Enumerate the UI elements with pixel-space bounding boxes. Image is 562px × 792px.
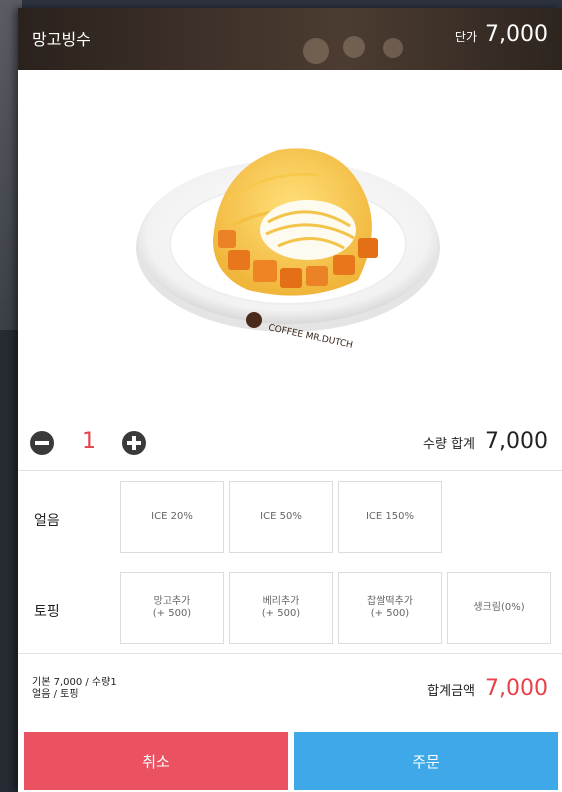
unit-price-value: 7,000	[485, 22, 548, 47]
header-bokeh	[383, 38, 403, 58]
mango-bingsu-image: COFFEE MR.DUTCH	[136, 148, 440, 350]
topping-option-mango[interactable]: 망고추가 (+ 500)	[120, 572, 224, 644]
topping-option-rice-cake[interactable]: 찹쌀떡추가 (+ 500)	[338, 572, 442, 644]
ice-option-20[interactable]: ICE 20%	[120, 481, 224, 553]
cancel-button[interactable]: 취소	[24, 732, 288, 790]
product-title: 망고빙수	[32, 30, 91, 49]
quantity-row: 1 수량 합계 7,000	[18, 413, 562, 471]
plus-icon	[132, 436, 136, 450]
topping-option-cream[interactable]: 생크림(0%)	[447, 572, 551, 644]
total-amount: 합계금액 7,000	[427, 676, 548, 701]
quantity-total: 수량 합계 7,000	[423, 429, 548, 454]
ice-options-row: 얼음 ICE 20% ICE 50% ICE 150%	[18, 472, 562, 563]
order-summary: 기본 7,000 / 수량1 얼음 / 토핑 합계금액 7,000	[18, 655, 562, 727]
minus-icon	[35, 441, 49, 445]
ice-option-150[interactable]: ICE 150%	[338, 481, 442, 553]
quantity-decrease-button[interactable]	[30, 431, 54, 455]
summary-base-line: 기본 7,000 / 수량1	[32, 677, 117, 688]
header-bokeh	[343, 36, 365, 58]
total-amount-value: 7,000	[485, 676, 548, 701]
unit-price-label: 단가	[454, 30, 478, 44]
header-bokeh	[303, 38, 329, 64]
total-amount-label: 합계금액	[427, 684, 476, 699]
summary-options-line: 얼음 / 토핑	[32, 689, 79, 700]
topping-option-berry[interactable]: 베리추가 (+ 500)	[229, 572, 333, 644]
product-image-area: COFFEE MR.DUTCH	[18, 70, 562, 400]
plate-logo	[246, 312, 262, 328]
order-button[interactable]: 주문	[294, 732, 558, 790]
quantity-total-value: 7,000	[485, 429, 548, 454]
unit-price: 단가 7,000	[455, 22, 548, 47]
summary-details: 기본 7,000 / 수량1 얼음 / 토핑	[32, 677, 117, 701]
dialog-header: 망고빙수 단가 7,000	[18, 8, 562, 70]
quantity-value: 1	[82, 429, 96, 454]
order-dialog: 망고빙수 단가 7,000 COFFEE MR.DUTCH 1 수량 합계 7,…	[18, 8, 562, 792]
topping-options-row: 토핑 망고추가 (+ 500) 베리추가 (+ 500) 찹쌀떡추가 (+ 50…	[18, 563, 562, 654]
topping-label: 토핑	[34, 604, 60, 620]
ice-label: 얼음	[34, 513, 60, 529]
ice-option-50[interactable]: ICE 50%	[229, 481, 333, 553]
quantity-increase-button[interactable]	[122, 431, 146, 455]
quantity-total-label: 수량 합계	[423, 437, 476, 452]
